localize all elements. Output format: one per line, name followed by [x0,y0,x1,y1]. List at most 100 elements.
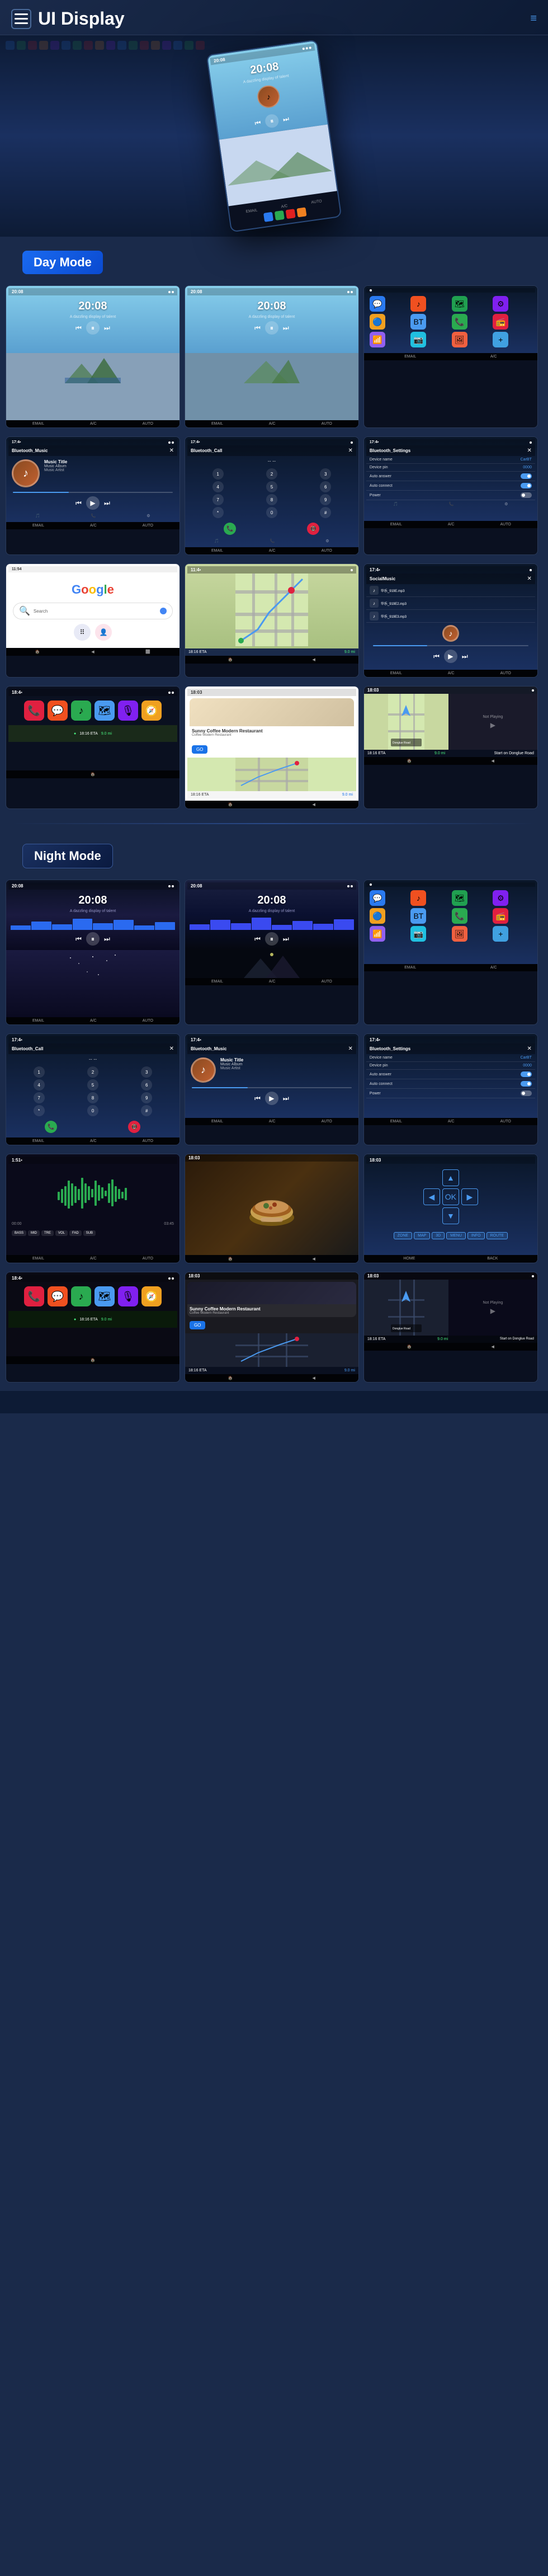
carplay-music[interactable]: ♪ [71,701,91,721]
night-app-nav[interactable]: 🗺 [452,890,467,906]
social-music-close[interactable]: ✕ [527,576,531,582]
social-music-item-2[interactable]: ♪ 华乐_919E2.mp3 [366,597,535,610]
night-carplay-waze[interactable]: 🧭 [141,1286,162,1306]
night-app-radio[interactable]: 📻 [493,908,508,924]
app-settings[interactable]: ⚙ [493,296,508,312]
google-apps-icon[interactable]: ⠿ [74,624,91,641]
bt-power-toggle[interactable] [521,492,532,498]
night-carplay-messages[interactable]: 💬 [48,1286,68,1306]
night-bt-call-close[interactable]: ✕ [169,1046,174,1052]
night-dial-6[interactable]: 6 [141,1079,152,1090]
night2-next-btn[interactable]: ⏭ [283,935,289,943]
nav-down-btn[interactable]: ▼ [442,1207,459,1224]
nav-btc-auto[interactable]: AUTO [322,549,332,553]
night-app-settings[interactable]: ⚙ [493,890,508,906]
night-play-ctrl[interactable]: ▶ [490,1307,495,1315]
nav-w-email[interactable]: EMAIL [32,1257,44,1261]
google-mic-icon[interactable] [160,608,167,614]
night-dial-7[interactable]: 7 [34,1092,45,1103]
app-wifi[interactable]: 📶 [370,332,385,347]
bt-music-close[interactable]: ✕ [169,448,174,454]
nav-ac[interactable]: A/C [90,422,97,426]
night-app-extra[interactable]: + [493,926,508,942]
night-carplay-phone[interactable]: 📞 [24,1286,44,1306]
nav-g-rec[interactable]: ⬜ [145,650,150,654]
nav-nnf-home[interactable]: 🏠 [407,1345,412,1349]
night-app-camera[interactable]: 📷 [410,926,426,942]
nav-n1-ac[interactable]: A/C [90,1019,97,1023]
social-next-btn[interactable]: ⏭ [462,652,468,661]
nav2-email[interactable]: EMAIL [211,422,223,426]
dial-4[interactable]: 4 [212,481,224,492]
play-btn[interactable]: ⏸ [264,114,280,129]
night-dial-9[interactable]: 9 [141,1092,152,1103]
nav-n2-auto[interactable]: AUTO [322,980,332,984]
night-bt-next[interactable]: ⏭ [283,1094,289,1103]
nav-m-home[interactable]: 🏠 [228,657,233,662]
carplay-podcast[interactable]: 🎙 [118,701,138,721]
nav-btm-auto[interactable]: AUTO [143,524,153,528]
night-dial-8[interactable]: 8 [87,1092,98,1103]
nav-ctrl-back[interactable]: BACK [487,1257,498,1261]
wave-btn-3[interactable]: TRE [41,1230,54,1236]
nav-s-ac[interactable]: A/C [448,671,455,675]
night-dial-hash[interactable]: # [141,1105,152,1116]
night-bt-play[interactable]: ▶ [265,1092,278,1105]
dial-7[interactable]: 7 [212,494,224,505]
nav-opt-6[interactable]: ROUTE [486,1232,508,1239]
social-music-item-1[interactable]: ♪ 华乐_919E.mp3 [366,584,535,597]
nav-nr-home[interactable]: 🏠 [228,1376,233,1380]
nav-opt-2[interactable]: MAP [414,1232,430,1239]
bt-next-btn[interactable]: ⏭ [104,499,110,507]
bt-auto-answer-toggle[interactable] [521,473,532,479]
nav-btc-ac[interactable]: A/C [269,549,276,553]
nav2-ac[interactable]: A/C [269,422,276,426]
night-bt-settings-close[interactable]: ✕ [527,1046,531,1052]
nav-ns-auto[interactable]: AUTO [500,1120,511,1124]
dial-star[interactable]: * [212,507,224,518]
nav-opt-1[interactable]: ZONE [394,1232,412,1239]
nav-right-btn[interactable]: ▶ [461,1188,478,1205]
nav-n2-ac[interactable]: A/C [269,980,276,984]
nav-opt-3[interactable]: 3D [432,1232,445,1239]
social-prev-btn[interactable]: ⏮ [433,652,440,661]
night-carplay-podcast[interactable]: 🎙 [118,1286,138,1306]
night-device-pin-value[interactable]: 0000 [523,1064,532,1068]
nav-nm-auto[interactable]: AUTO [322,1120,332,1124]
nav-nm-ac[interactable]: A/C [269,1120,276,1124]
night2-play-btn[interactable]: ⏸ [265,932,278,946]
nav-ncp-home[interactable]: 🏠 [91,1358,96,1362]
nav-bts-ac[interactable]: A/C [448,523,455,527]
nav-ns-email[interactable]: EMAIL [390,1120,402,1124]
night-go-button[interactable]: GO [190,1321,205,1329]
night-dial-5[interactable]: 5 [87,1079,98,1090]
hamburger-menu-icon[interactable] [11,9,31,29]
carplay-messages[interactable]: 💬 [48,701,68,721]
nav-na-ac[interactable]: A/C [490,966,497,970]
dial-9[interactable]: 9 [320,494,331,505]
dial-2[interactable]: 2 [266,468,277,480]
nav-n-home[interactable]: 🏠 [407,759,412,763]
night-app-wifi[interactable]: 📶 [370,926,385,942]
nav-g-home[interactable]: 🏠 [35,650,40,654]
wave-btn-6[interactable]: SUB [83,1230,96,1236]
app-bt[interactable]: 🔵 [370,314,385,330]
nav-btm-ac[interactable]: A/C [90,524,97,528]
nav-n2-email[interactable]: EMAIL [211,980,223,984]
night-dial-4[interactable]: 4 [34,1079,45,1090]
app-extra[interactable]: + [493,332,508,347]
night2-prev-btn[interactable]: ⏮ [254,935,261,943]
night-call-answer[interactable]: 📞 [45,1121,57,1133]
nav-nr-back[interactable]: ◀ [313,1376,315,1380]
night1-prev-btn[interactable]: ⏮ [75,935,82,943]
nav-s-email[interactable]: EMAIL [390,671,402,675]
nav-up-btn[interactable]: ▲ [442,1169,459,1186]
bt-settings-close[interactable]: ✕ [527,448,531,454]
app-music[interactable]: ♪ [410,296,426,312]
night-dial-star[interactable]: * [34,1105,45,1116]
night-bt-prev[interactable]: ⏮ [254,1094,261,1103]
day2-play-btn[interactable]: ⏸ [265,321,278,335]
day1-prev-btn[interactable]: ⏮ [75,324,82,332]
dial-3[interactable]: 3 [320,468,331,480]
nav-btc-email[interactable]: EMAIL [211,549,223,553]
